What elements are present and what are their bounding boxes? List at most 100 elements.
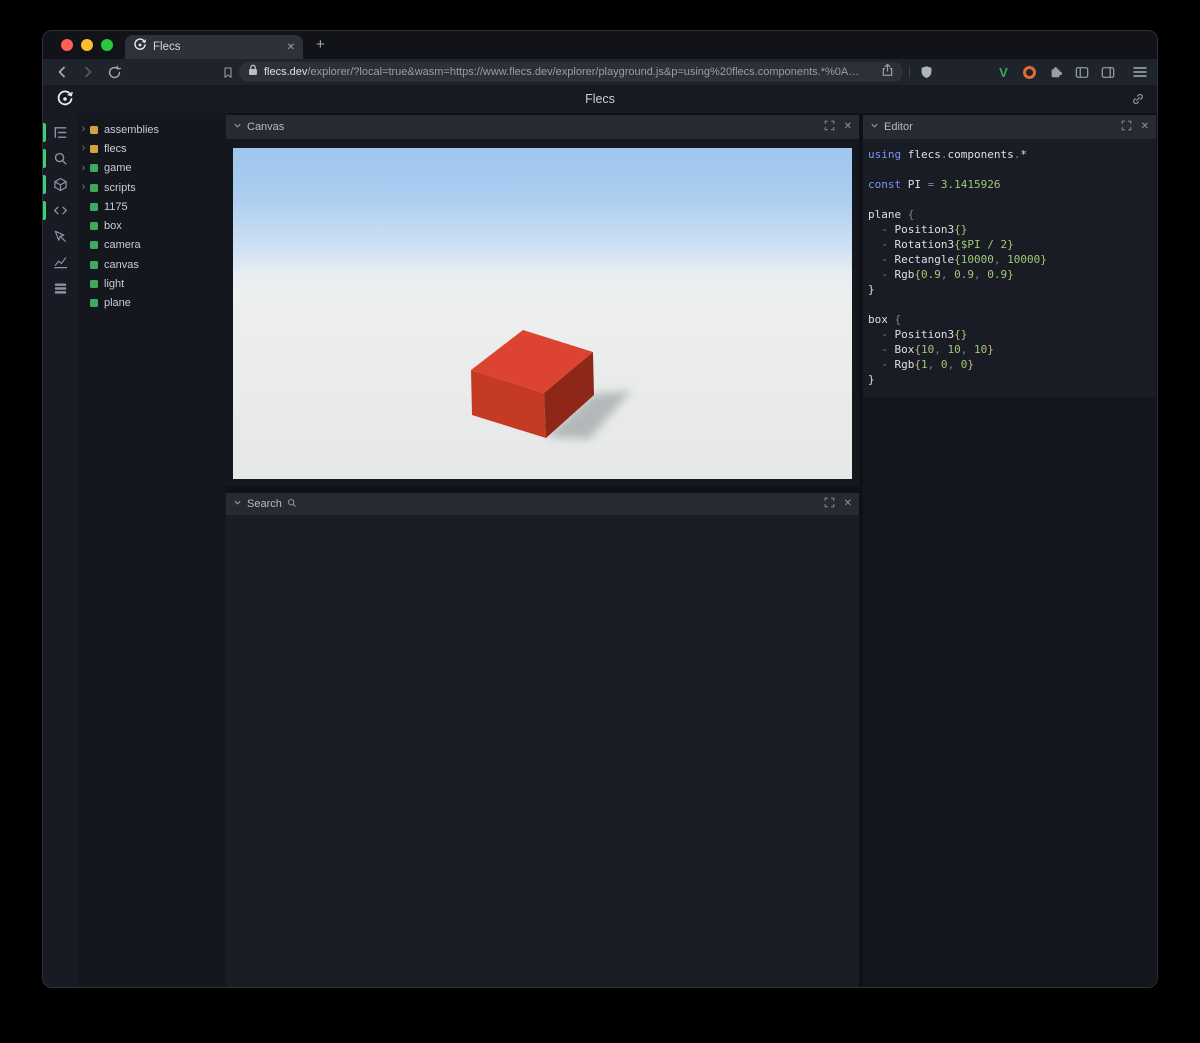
entity-kind-square — [90, 144, 98, 153]
cube-icon[interactable] — [43, 171, 77, 197]
new-tab-button[interactable]: + — [303, 31, 338, 59]
expand-chevron-icon[interactable]: › — [79, 124, 88, 135]
address-bar[interactable]: flecs.dev/explorer/?local=true&wasm=http… — [239, 62, 903, 82]
active-indicator — [43, 122, 46, 142]
page-title: Flecs — [585, 92, 615, 106]
tree-item-scripts[interactable]: › scripts — [77, 178, 226, 197]
tree-item-light[interactable]: light — [77, 274, 226, 293]
editor-code[interactable]: using flecs.components.* const PI = 3.14… — [863, 139, 1156, 397]
tree-item-game[interactable]: › game — [77, 159, 226, 178]
tree-item-plane[interactable]: plane — [77, 294, 226, 313]
canvas-panel-body — [226, 139, 859, 486]
code-line: - Rgb{1, 0, 0} — [868, 358, 974, 371]
tree-item-label: plane — [104, 297, 131, 310]
entity-kind-square — [90, 299, 98, 308]
code-line: - Box{10, 10, 10} — [868, 343, 994, 356]
code-line: using flecs.components.* — [868, 148, 1027, 161]
tree-item-label: scripts — [104, 181, 136, 194]
close-panel-icon[interactable]: ✕ — [1141, 122, 1149, 132]
expand-chevron-icon[interactable]: › — [79, 143, 88, 154]
3d-viewport[interactable] — [233, 148, 852, 479]
canvas-panel-header: Canvas ✕ — [226, 115, 859, 139]
code-line: - Rotation3{$PI / 2} — [868, 238, 1014, 251]
code-line: - Position3{} — [868, 328, 968, 341]
tree-item-box[interactable]: box — [77, 216, 226, 235]
inspect-icon[interactable] — [43, 223, 77, 249]
forward-button[interactable] — [77, 62, 99, 82]
reading-list-icon[interactable] — [1096, 62, 1119, 82]
code-line: - Position3{} — [868, 223, 968, 236]
close-window-button[interactable] — [61, 39, 73, 51]
tree-item-label: flecs — [104, 142, 127, 155]
chevron-down-icon[interactable] — [233, 498, 242, 510]
active-indicator — [43, 148, 46, 168]
tree-item-flecs[interactable]: › flecs — [77, 139, 226, 158]
window-controls — [43, 39, 113, 51]
tree-item-label: light — [104, 278, 125, 291]
tree-item-label: game — [104, 162, 132, 175]
browser-window: Flecs ✕ + flecs.dev/explorer/?local=true… — [42, 30, 1158, 988]
maximize-window-button[interactable] — [101, 39, 113, 51]
minimize-window-button[interactable] — [81, 39, 93, 51]
extensions-area: V — [992, 62, 1151, 82]
expand-chevron-icon[interactable]: › — [79, 162, 88, 174]
share-link-icon[interactable] — [1131, 92, 1145, 111]
code-icon[interactable] — [43, 197, 77, 223]
tree-item-canvas[interactable]: canvas — [77, 255, 226, 274]
tab-close-icon[interactable]: ✕ — [287, 42, 295, 53]
menu-icon[interactable] — [1128, 62, 1151, 82]
code-line: plane { — [868, 208, 915, 221]
stats-chart-icon[interactable] — [43, 249, 77, 275]
tab-strip: Flecs ✕ + — [43, 31, 1157, 59]
url-text: flecs.dev/explorer/?local=true&wasm=http… — [264, 66, 875, 78]
sidebar-toggle-icon[interactable] — [1070, 62, 1093, 82]
bookmark-icon[interactable] — [217, 62, 239, 82]
url-path: /explorer/?local=true&wasm=https://www.f… — [307, 66, 860, 78]
code-line: const PI = 3.1415926 — [868, 178, 1001, 191]
tree-item-1175[interactable]: 1175 — [77, 197, 226, 216]
expand-panel-icon[interactable] — [824, 120, 835, 134]
tree-item-camera[interactable]: camera — [77, 236, 226, 255]
reload-button[interactable] — [103, 62, 125, 82]
shield-icon[interactable] — [915, 62, 937, 82]
expand-chevron-icon[interactable]: › — [79, 182, 88, 193]
flecs-favicon-icon — [133, 37, 147, 57]
tree-item-assemblies[interactable]: › assemblies — [77, 120, 226, 139]
close-panel-icon[interactable]: ✕ — [844, 122, 852, 132]
extension-orange-icon[interactable] — [1018, 62, 1041, 82]
entity-kind-square — [90, 260, 98, 269]
share-icon[interactable] — [881, 63, 894, 82]
search-magnifier-icon — [287, 498, 297, 511]
browser-tab-flecs[interactable]: Flecs ✕ — [125, 35, 303, 59]
entity-kind-square — [90, 164, 98, 173]
code-line: box { — [868, 313, 902, 326]
app-header: Flecs — [43, 85, 1157, 113]
icon-rail — [43, 113, 77, 987]
entity-kind-square — [90, 125, 98, 134]
editor-panel-title: Editor — [884, 121, 913, 133]
entity-kind-square — [90, 202, 98, 211]
entities-tree-icon[interactable] — [43, 119, 77, 145]
extensions-puzzle-icon[interactable] — [1044, 62, 1067, 82]
code-line: } — [868, 283, 875, 296]
entity-kind-square — [90, 241, 98, 250]
entity-tree: › assemblies › flecs › game › scripts 1175 box cam… — [77, 113, 226, 987]
queue-rows-icon[interactable] — [43, 275, 77, 301]
back-button[interactable] — [51, 62, 73, 82]
close-panel-icon[interactable]: ✕ — [844, 499, 852, 509]
chevron-down-icon[interactable] — [233, 121, 242, 133]
3d-box-render — [471, 330, 631, 439]
app-main: › assemblies › flecs › game › scripts 1175 box cam… — [43, 113, 1157, 987]
code-line: - Rgb{0.9, 0.9, 0.9} — [868, 268, 1014, 281]
expand-panel-icon[interactable] — [1121, 120, 1132, 134]
tree-item-label: camera — [104, 239, 141, 252]
search-icon[interactable] — [43, 145, 77, 171]
extension-v-icon[interactable]: V — [992, 62, 1015, 82]
editor-panel-header: Editor ✕ — [863, 115, 1156, 139]
search-panel-body[interactable] — [226, 515, 859, 987]
lock-icon — [248, 63, 258, 81]
expand-panel-icon[interactable] — [824, 497, 835, 511]
chevron-down-icon[interactable] — [870, 121, 879, 133]
